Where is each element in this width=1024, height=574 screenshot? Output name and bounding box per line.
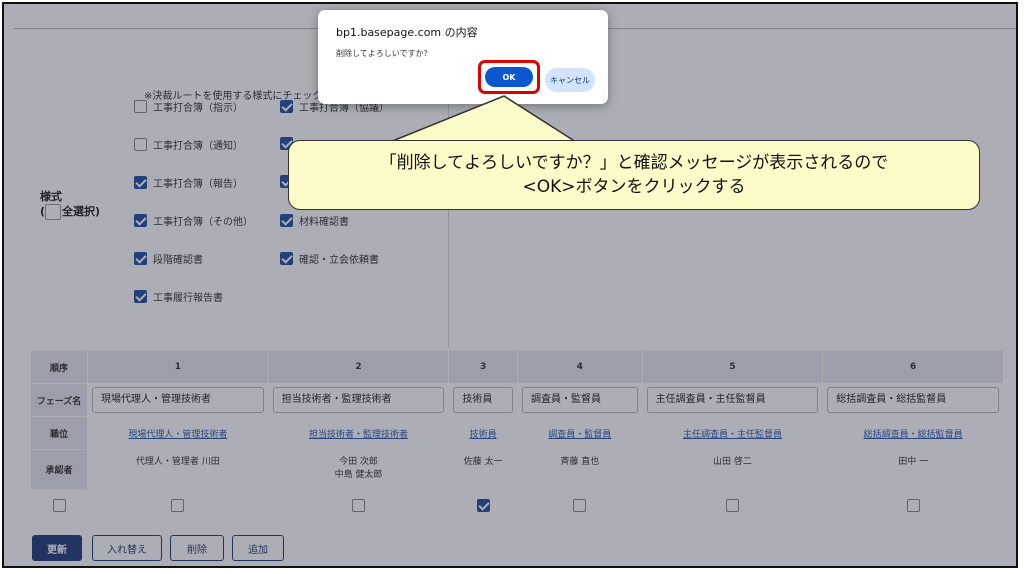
screenshot-frame: ※決裁ルートを使用する様式にチェック 様式 (全選択) 工事打合簿（指示） 工事… xyxy=(2,2,1018,568)
callout-pointer-shape xyxy=(389,95,579,143)
instruction-callout: 「削除してよろしいですか？」と確認メッセージが表示されるので <OK>ボタンをク… xyxy=(288,140,980,210)
callout-line-2: <OK>ボタンをクリックする xyxy=(522,177,746,197)
callout-pointer xyxy=(389,95,579,143)
callout-line-1: 「削除してよろしいですか？」と確認メッセージが表示されるので xyxy=(379,153,889,173)
